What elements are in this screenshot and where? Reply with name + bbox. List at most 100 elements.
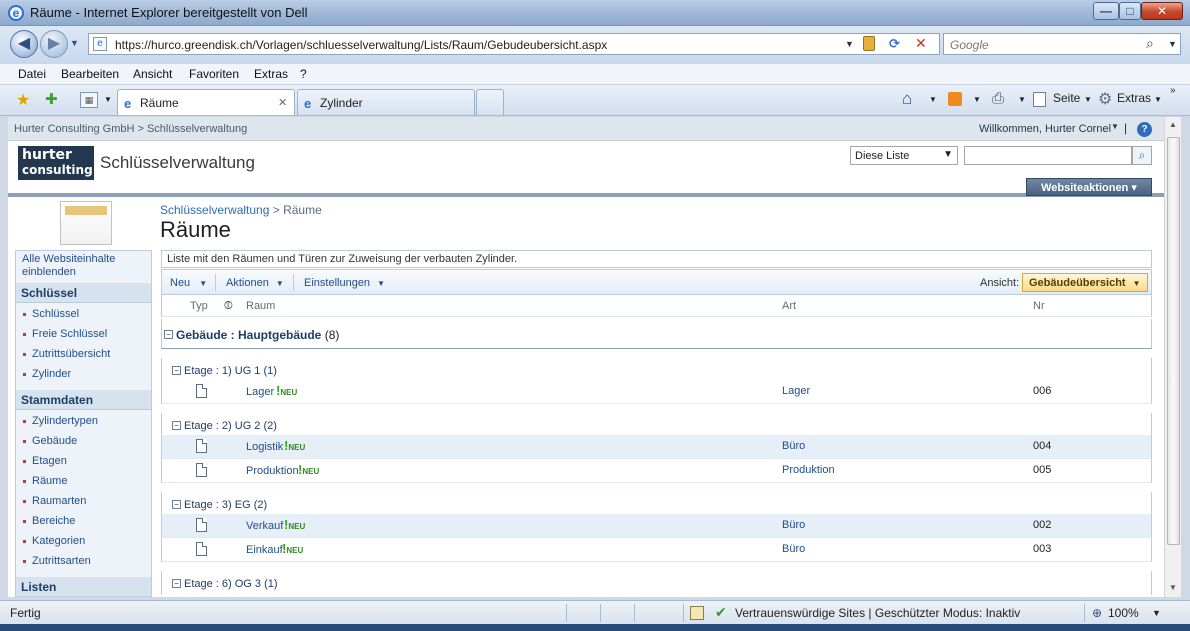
close-tab-icon[interactable]: ✕ — [278, 96, 287, 109]
vertical-scrollbar[interactable]: ▲ ▼ — [1164, 117, 1181, 597]
new-menu[interactable]: Neu ▼ — [170, 277, 207, 289]
room-link[interactable]: Einkauf — [246, 544, 283, 556]
nav-item-zylindertypen[interactable]: Zylindertypen — [22, 415, 98, 427]
tools-menu[interactable]: Extras — [1117, 91, 1151, 105]
hurter-consulting-logo[interactable]: hurter consulting — [18, 146, 94, 180]
add-favorite-icon[interactable]: ✚ — [45, 90, 58, 108]
collapse-icon[interactable]: − — [172, 421, 181, 430]
home-dropdown-icon[interactable]: ▼ — [929, 95, 937, 104]
view-all-site-content-link[interactable]: Alle Websiteinhalte einblenden — [22, 253, 142, 279]
collapse-icon[interactable]: − — [172, 366, 181, 375]
actions-menu[interactable]: Aktionen ▼ — [226, 277, 284, 289]
scroll-down-icon[interactable]: ▼ — [1169, 583, 1177, 592]
lock-icon[interactable] — [863, 36, 875, 51]
nav-item-gebaeude[interactable]: Gebäude — [22, 435, 77, 447]
stop-icon[interactable]: ✕ — [915, 35, 927, 52]
room-link[interactable]: Verkauf — [246, 520, 283, 532]
back-button[interactable]: ◀ — [10, 30, 38, 58]
quicklaunch-heading-listen[interactable]: Listen — [16, 577, 151, 597]
menu-ansicht[interactable]: Ansicht — [133, 67, 172, 81]
subgroup-etage[interactable]: − Etage : 3) EG (2) — [161, 492, 1152, 516]
settings-menu[interactable]: Einstellungen ▼ — [304, 277, 385, 289]
table-row[interactable]: Einkauf !NEU Büro 003 — [161, 538, 1152, 562]
nav-item-bereiche[interactable]: Bereiche — [22, 515, 75, 527]
new-tab-button[interactable] — [476, 89, 504, 115]
collapse-icon[interactable]: − — [172, 500, 181, 509]
forward-button[interactable]: ▶ — [40, 30, 68, 58]
print-icon[interactable]: ⎙ — [992, 90, 1004, 107]
room-link[interactable]: Lager — [246, 386, 274, 398]
quicklaunch-heading-schluessel[interactable]: Schlüssel — [16, 283, 151, 303]
recent-pages-dropdown-icon[interactable]: ▼ — [70, 38, 79, 48]
page-menu-icon[interactable] — [1033, 92, 1046, 107]
protected-mode-icon[interactable] — [690, 606, 704, 620]
group-gebaeude[interactable]: − Gebäude : Hauptgebäude (8) — [161, 319, 1152, 349]
table-row[interactable]: Verkauf !NEU Büro 002 — [161, 514, 1152, 538]
menu-favoriten[interactable]: Favoriten — [189, 67, 239, 81]
view-selector[interactable]: Gebäudeübersicht ▼ — [1022, 273, 1148, 292]
print-dropdown-icon[interactable]: ▼ — [1018, 95, 1026, 104]
table-row[interactable]: Logistik !NEU Büro 004 — [161, 435, 1152, 459]
refresh-icon[interactable]: ⟳ — [889, 36, 900, 52]
nav-item-zylinder[interactable]: Zylinder — [22, 368, 71, 380]
help-icon[interactable]: ? — [1137, 122, 1152, 137]
search-options-icon[interactable]: ▼ — [1168, 39, 1177, 49]
nav-item-zutrittsuebersicht[interactable]: Zutrittsübersicht — [22, 348, 110, 360]
page-menu[interactable]: Seite — [1053, 91, 1080, 105]
close-window-button[interactable]: ✕ — [1141, 2, 1183, 20]
site-actions-button[interactable]: Websiteaktionen ▾ — [1026, 178, 1152, 196]
breadcrumb-parent-link[interactable]: Schlüsselverwaltung — [160, 203, 269, 217]
zoom-level[interactable]: 100% — [1108, 606, 1139, 620]
search-scope-select[interactable]: Diese Liste ▼ — [850, 146, 958, 165]
welcome-menu[interactable]: Willkommen, Hurter Cornel — [979, 123, 1111, 135]
address-bar[interactable]: e https://hurco.greendisk.ch/Vorlagen/sc… — [88, 33, 940, 55]
menu-extras[interactable]: Extras — [254, 67, 288, 81]
security-zone[interactable]: Vertrauenswürdige Sites | Geschützter Mo… — [735, 606, 1020, 620]
collapse-icon[interactable]: − — [164, 330, 173, 339]
nav-item-zutrittsarten[interactable]: Zutrittsarten — [23, 555, 91, 567]
nav-item-schluessel[interactable]: Schlüssel — [22, 308, 79, 320]
home-icon[interactable]: ⌂ — [902, 89, 912, 109]
table-row[interactable]: Lager !NEU Lager 006 — [161, 380, 1152, 404]
scroll-up-icon[interactable]: ▲ — [1169, 120, 1177, 129]
chevron-more-icon[interactable]: » — [1170, 85, 1176, 96]
minimize-button[interactable]: — — [1093, 2, 1119, 20]
feeds-icon[interactable] — [948, 92, 962, 106]
column-typ[interactable]: Typ — [190, 300, 208, 312]
nav-item-raeume[interactable]: Räume — [22, 475, 67, 487]
site-title[interactable]: Schlüsselverwaltung — [100, 153, 255, 173]
subgroup-etage[interactable]: − Etage : 6) OG 3 (1) — [161, 571, 1152, 595]
subgroup-etage[interactable]: − Etage : 2) UG 2 (2) — [161, 413, 1152, 437]
tools-dropdown-icon[interactable]: ▼ — [1154, 95, 1162, 104]
zoom-dropdown-icon[interactable]: ▼ — [1152, 608, 1161, 618]
nav-item-freie-schluessel[interactable]: Freie Schlüssel — [22, 328, 107, 340]
favorites-star-icon[interactable]: ★ — [16, 90, 30, 110]
search-icon[interactable]: ⌕ — [1146, 35, 1154, 52]
tab-raeume[interactable]: e Räume ✕ — [117, 89, 295, 115]
column-raum[interactable]: Raum — [246, 300, 275, 312]
column-art[interactable]: Art — [782, 300, 796, 312]
quick-tabs-icon[interactable]: ▦ — [80, 92, 98, 108]
room-link[interactable]: Produktion — [246, 465, 299, 477]
quicklaunch-heading-stammdaten[interactable]: Stammdaten — [16, 390, 151, 410]
nav-item-etagen[interactable]: Etagen — [23, 455, 67, 467]
feeds-dropdown-icon[interactable]: ▼ — [973, 95, 981, 104]
search-box[interactable]: Google ⌕ ▼ — [943, 33, 1181, 55]
nav-item-raumarten[interactable]: Raumarten — [22, 495, 86, 507]
subgroup-etage[interactable]: − Etage : 1) UG 1 (1) — [161, 358, 1152, 382]
menu-help[interactable]: ? — [300, 67, 307, 81]
nav-item-kategorien[interactable]: Kategorien — [22, 535, 85, 547]
page-dropdown-icon[interactable]: ▼ — [1084, 95, 1092, 104]
tab-list-dropdown-icon[interactable]: ▼ — [104, 95, 112, 104]
collapse-icon[interactable]: − — [172, 579, 181, 588]
attachment-icon[interactable]: ⦷ — [224, 300, 233, 313]
scrollbar-thumb[interactable] — [1167, 137, 1180, 545]
table-row[interactable]: Produktion !NEU Produktion 005 — [161, 459, 1152, 483]
tools-gear-icon[interactable]: ⚙ — [1098, 89, 1112, 109]
address-dropdown-icon[interactable]: ▼ — [845, 39, 854, 49]
tab-zylinder[interactable]: e Zylinder — [297, 89, 475, 115]
menu-datei[interactable]: Datei — [18, 67, 46, 81]
column-nr[interactable]: Nr — [1033, 300, 1045, 312]
room-link[interactable]: Logistik — [246, 441, 283, 453]
global-breadcrumb[interactable]: Hurter Consulting GmbH > Schlüsselverwal… — [14, 123, 247, 135]
